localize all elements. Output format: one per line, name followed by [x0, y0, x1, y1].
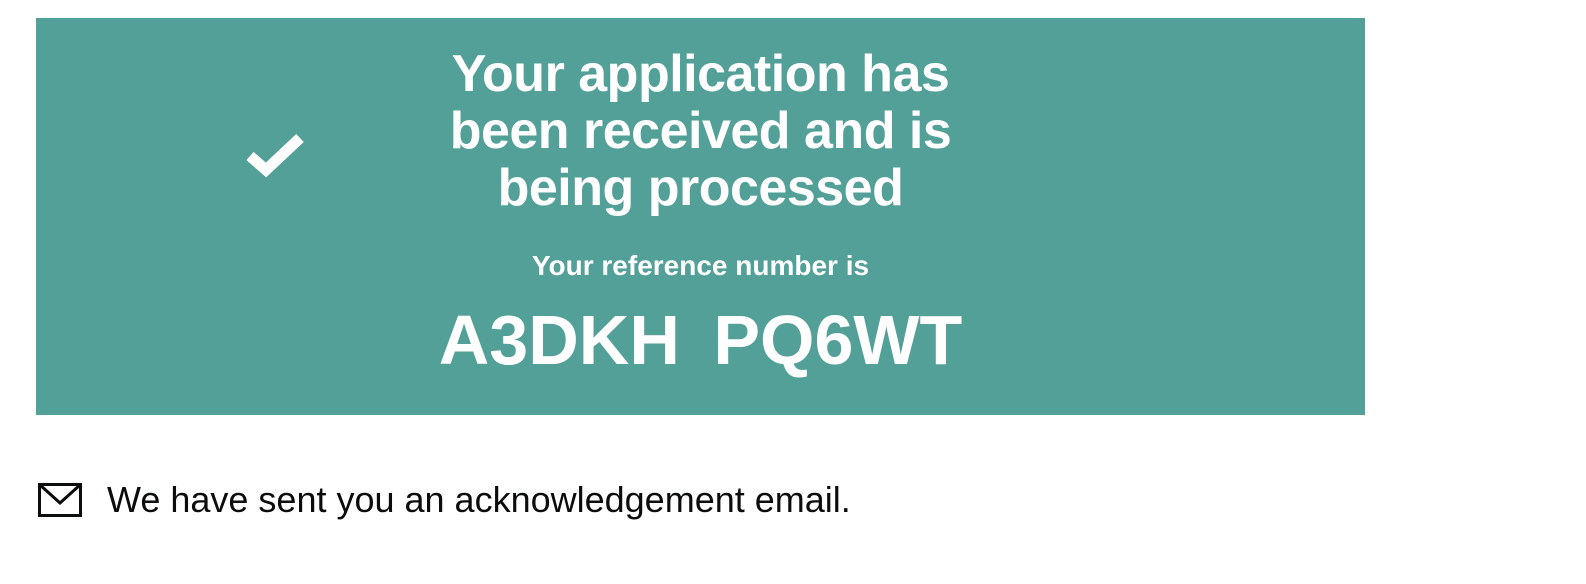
confirmation-page: Your application has been received and i…: [0, 0, 1586, 584]
confirmation-panel: Your application has been received and i…: [36, 18, 1365, 415]
reference-number: A3DKH PQ6WT: [438, 301, 963, 379]
email-notice: We have sent you an acknowledgement emai…: [38, 470, 851, 530]
title-line: Your application has: [451, 45, 950, 103]
mail-icon: [38, 483, 82, 517]
page-title: Your application has been received and i…: [36, 46, 1365, 217]
email-notice-text: We have sent you an acknowledgement emai…: [107, 479, 851, 520]
reference-label: Your reference number is: [531, 250, 870, 281]
title-line: being processed: [497, 159, 904, 217]
title-line: been received and is: [449, 102, 952, 160]
